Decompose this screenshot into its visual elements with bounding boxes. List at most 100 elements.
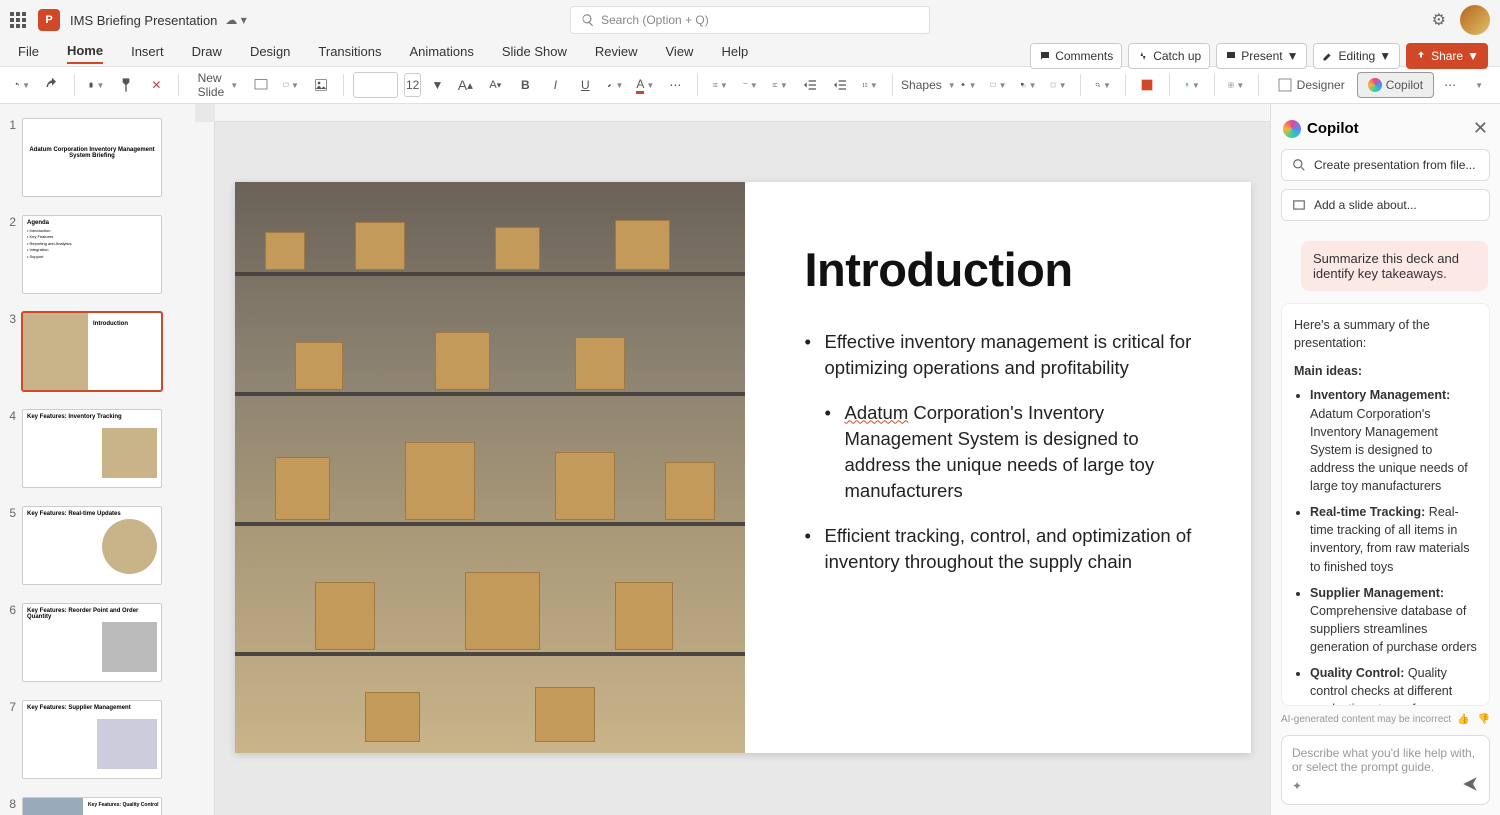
present-button[interactable]: Present▼ — [1216, 43, 1307, 69]
search-input[interactable]: Search (Option + Q) — [570, 6, 930, 34]
tab-view[interactable]: View — [666, 44, 694, 63]
app-launcher-icon[interactable] — [10, 12, 26, 28]
redo-button[interactable] — [40, 72, 64, 98]
ruler-horizontal — [215, 104, 1270, 122]
shapes-button[interactable]: Shapes▼ — [902, 72, 950, 98]
thumbs-down-icon[interactable]: 👎 — [1478, 714, 1490, 725]
thumbnail-4[interactable]: Key Features: Inventory Tracking — [22, 409, 162, 488]
catchup-button[interactable]: Catch up — [1128, 43, 1210, 69]
tab-animations[interactable]: Animations — [410, 44, 474, 63]
undo-button[interactable]: ▼ — [10, 72, 34, 98]
delete-icon[interactable]: ✕ — [144, 72, 168, 98]
quick-styles-icon[interactable]: ▼ — [1046, 72, 1070, 98]
send-icon[interactable] — [1461, 775, 1479, 796]
line-spacing-icon[interactable]: ▼ — [858, 72, 882, 98]
summary-point: Real-time Tracking: Real-time tracking o… — [1310, 503, 1477, 576]
tab-review[interactable]: Review — [595, 44, 638, 63]
summary-point: Quality Control: Quality control checks … — [1310, 664, 1477, 706]
slide[interactable]: Introduction Effective inventory managem… — [235, 182, 1251, 753]
tab-slideshow[interactable]: Slide Show — [502, 44, 567, 63]
font-size-input[interactable]: 12 — [404, 73, 422, 97]
layout-button[interactable] — [249, 72, 273, 98]
ruler-vertical — [195, 122, 215, 815]
arrange-icon[interactable]: ▼ — [1016, 72, 1040, 98]
image-button[interactable] — [309, 72, 333, 98]
bullets-button[interactable]: ▼ — [708, 72, 732, 98]
summary-point: Supplier Management: Comprehensive datab… — [1310, 584, 1477, 657]
cloud-saved-icon[interactable]: ☁︎ ▾ — [225, 13, 246, 27]
font-color-button[interactable]: A▼ — [633, 72, 657, 98]
tab-file[interactable]: File — [18, 44, 39, 63]
bullet-2: Adatum Corporation's Inventory Managemen… — [825, 400, 1201, 505]
table-icon[interactable]: ▼ — [1224, 72, 1248, 98]
titlebar: P IMS Briefing Presentation ☁︎ ▾ Search … — [0, 0, 1500, 40]
tab-insert[interactable]: Insert — [131, 44, 164, 63]
section-button[interactable]: ▼ — [279, 72, 303, 98]
editing-button[interactable]: Editing▼ — [1313, 43, 1400, 69]
addins-icon[interactable] — [1135, 72, 1159, 98]
tab-transitions[interactable]: Transitions — [318, 44, 381, 63]
new-slide-button[interactable]: New Slide▼ — [189, 72, 243, 98]
ai-disclaimer: AI-generated content may be incorrect — [1281, 714, 1451, 725]
tab-design[interactable]: Design — [250, 44, 290, 63]
find-icon[interactable]: ▼ — [1091, 72, 1115, 98]
thumbnail-panel[interactable]: 1 Adatum Corporation Inventory Managemen… — [0, 104, 195, 815]
suggestion-add-slide[interactable]: Add a slide about... — [1281, 189, 1490, 221]
shape-fill-icon[interactable]: ▼ — [956, 72, 980, 98]
tab-help[interactable]: Help — [721, 44, 748, 63]
thumbnail-3[interactable]: Introduction — [22, 312, 162, 391]
designer-button[interactable]: Designer — [1269, 72, 1353, 98]
sparkle-icon[interactable]: ✦ — [1292, 779, 1302, 793]
avatar[interactable] — [1460, 5, 1490, 35]
decrease-font-icon[interactable]: A▾ — [483, 72, 507, 98]
copilot-logo: Copilot — [1283, 120, 1359, 138]
collapse-ribbon-icon[interactable]: ▼ — [1466, 72, 1490, 98]
menubar: File Home Insert Draw Design Transitions… — [0, 40, 1500, 66]
tab-draw[interactable]: Draw — [192, 44, 222, 63]
font-dropdown[interactable] — [353, 72, 398, 98]
paste-button[interactable]: ▼ — [84, 72, 108, 98]
numbering-button[interactable]: 1▼ — [738, 72, 762, 98]
dictate-icon[interactable]: ▼ — [1180, 72, 1204, 98]
thumbnail-7[interactable]: Key Features: Supplier Management — [22, 700, 162, 779]
comments-button[interactable]: Comments — [1030, 43, 1122, 69]
copilot-ribbon-button[interactable]: Copilot — [1357, 72, 1434, 98]
search-icon — [581, 13, 595, 27]
slide-icon — [1292, 198, 1306, 212]
more-font-icon[interactable]: ⋯ — [663, 72, 687, 98]
thumbnail-2[interactable]: Agenda• Introduction• Key Features• Repo… — [22, 215, 162, 294]
suggestion-create-from-file[interactable]: Create presentation from file... — [1281, 149, 1490, 181]
summary-point: Inventory Management: Adatum Corporation… — [1310, 386, 1477, 495]
ribbon: ▼ ▼ ✕ New Slide▼ ▼ 12 ▼ A▴ A▾ B I U ▼ A▼… — [0, 66, 1500, 104]
tab-home[interactable]: Home — [67, 43, 103, 64]
indent-right-icon[interactable] — [828, 72, 852, 98]
slide-text-area[interactable]: Introduction Effective inventory managem… — [745, 182, 1251, 753]
indent-left-icon[interactable] — [798, 72, 822, 98]
picture-icon[interactable]: ▼ — [986, 72, 1010, 98]
thumbnail-1[interactable]: Adatum Corporation Inventory Management … — [22, 118, 162, 197]
align-button[interactable]: ▼ — [768, 72, 792, 98]
highlight-button[interactable]: ▼ — [603, 72, 627, 98]
thumbnail-6[interactable]: Key Features: Reorder Point and Order Qu… — [22, 603, 162, 682]
increase-font-icon[interactable]: A▴ — [453, 72, 477, 98]
user-message: Summarize this deck and identify key tak… — [1301, 241, 1488, 291]
slide-canvas[interactable]: Introduction Effective inventory managem… — [195, 104, 1270, 815]
gear-icon[interactable]: ⚙ — [1432, 10, 1446, 30]
thumbs-up-icon[interactable]: 👍 — [1457, 714, 1469, 725]
search-placeholder: Search (Option + Q) — [601, 13, 709, 27]
document-title[interactable]: IMS Briefing Presentation — [70, 13, 217, 28]
thumbnail-8[interactable]: Key Features: Quality Control — [22, 797, 162, 815]
bold-button[interactable]: B — [513, 72, 537, 98]
italic-button[interactable]: I — [543, 72, 567, 98]
format-painter-icon[interactable] — [114, 72, 138, 98]
svg-text:1: 1 — [742, 83, 744, 85]
slide-image — [235, 182, 745, 753]
more-ribbon-icon[interactable]: ⋯ — [1438, 72, 1462, 98]
slide-heading: Introduction — [805, 242, 1201, 297]
close-icon[interactable]: ✕ — [1473, 118, 1488, 139]
share-button[interactable]: Share▼ — [1406, 43, 1488, 69]
search-icon — [1292, 158, 1306, 172]
copilot-input[interactable]: Describe what you'd like help with, or s… — [1281, 735, 1490, 805]
underline-button[interactable]: U — [573, 72, 597, 98]
thumbnail-5[interactable]: Key Features: Real-time Updates — [22, 506, 162, 585]
